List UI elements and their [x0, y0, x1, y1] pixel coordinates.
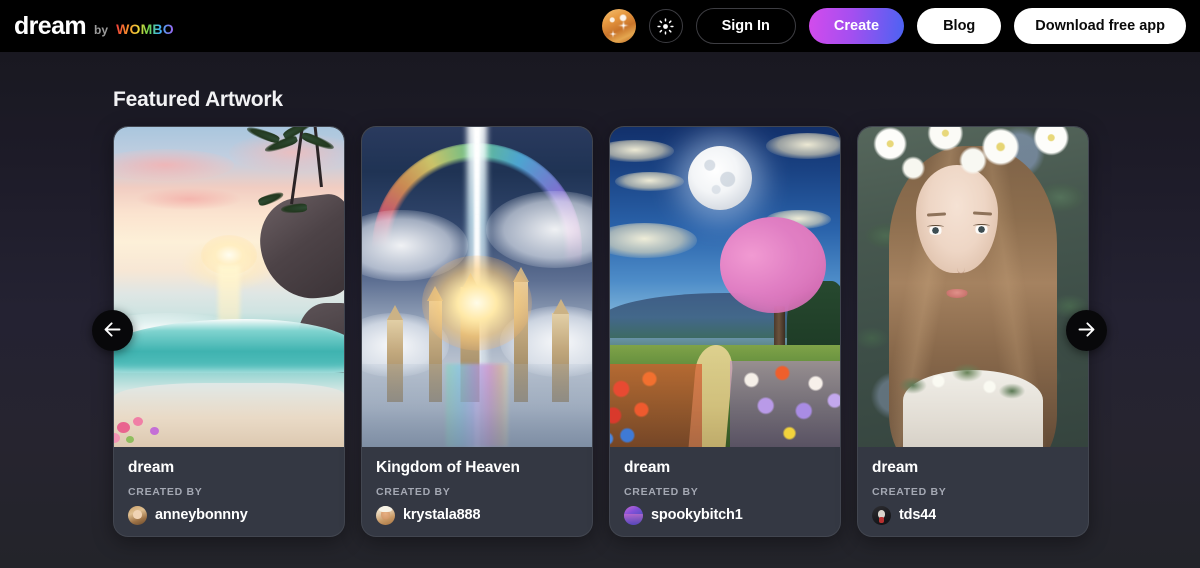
artwork-author[interactable]: krystala888: [376, 505, 578, 525]
artwork-card[interactable]: Kingdom of Heaven CREATED BY krystala888: [361, 126, 593, 537]
sign-in-button[interactable]: Sign In: [695, 8, 796, 44]
featured-artwork-carousel: dream CREATED BY anneybonnny Kingdom of …: [113, 126, 1089, 537]
created-by-label: CREATED BY: [872, 485, 947, 498]
brand-name-dream: dream: [14, 11, 87, 40]
blog-button[interactable]: Blog: [917, 8, 1002, 44]
artwork-title: dream: [128, 459, 175, 476]
author-avatar: [376, 505, 395, 525]
page-title: Featured Artwork: [113, 88, 283, 111]
artwork-image-flower-crown-portrait: [858, 127, 1088, 447]
artwork-title: dream: [872, 459, 919, 476]
create-button[interactable]: Create: [808, 8, 905, 44]
nav-actions: Sign In Create Blog Download free app: [601, 8, 1186, 44]
author-name: anneybonnny: [155, 507, 248, 524]
dream-wombo-page: dream by WOMBO Sign In Create Blog Downl…: [0, 0, 1200, 568]
sun-brightness-icon[interactable]: [648, 9, 683, 43]
author-name: spookybitch1: [651, 507, 743, 524]
arrow-left-icon: [102, 319, 123, 343]
artwork-image-moonlit-flower-field: [610, 127, 840, 447]
artwork-card[interactable]: dream CREATED BY tds44: [857, 126, 1089, 537]
artwork-title: Kingdom of Heaven: [376, 459, 520, 476]
brand-by-label: by: [94, 22, 109, 37]
artwork-card-body: Kingdom of Heaven CREATED BY krystala888: [362, 447, 592, 525]
artwork-title: dream: [624, 459, 671, 476]
user-avatar-sparkle-icon[interactable]: [601, 9, 636, 43]
created-by-label: CREATED BY: [624, 485, 699, 498]
artwork-card[interactable]: dream CREATED BY spookybitch1: [609, 126, 841, 537]
author-avatar: [128, 505, 147, 525]
author-name: krystala888: [403, 507, 481, 524]
artwork-card-body: dream CREATED BY tds44: [858, 447, 1088, 525]
artwork-card-body: dream CREATED BY spookybitch1: [610, 447, 840, 525]
artwork-author[interactable]: tds44: [872, 505, 1074, 525]
download-free-app-button[interactable]: Download free app: [1014, 8, 1186, 44]
carousel-prev-button[interactable]: [92, 310, 133, 351]
artwork-image-beach-sunset: [114, 127, 344, 447]
author-name: tds44: [899, 507, 937, 524]
carousel-next-button[interactable]: [1066, 310, 1107, 351]
top-navigation-bar: dream by WOMBO Sign In Create Blog Downl…: [0, 0, 1200, 52]
brand-logo[interactable]: dream by WOMBO: [14, 11, 174, 40]
author-avatar: [624, 505, 643, 525]
artwork-card-body: dream CREATED BY anneybonnny: [114, 447, 344, 525]
artwork-card[interactable]: dream CREATED BY anneybonnny: [113, 126, 345, 537]
created-by-label: CREATED BY: [128, 485, 203, 498]
arrow-right-icon: [1076, 319, 1097, 343]
created-by-label: CREATED BY: [376, 485, 451, 498]
artwork-author[interactable]: spookybitch1: [624, 505, 826, 525]
author-avatar: [872, 505, 891, 525]
artwork-author[interactable]: anneybonnny: [128, 505, 330, 525]
artwork-image-kingdom-of-heaven: [362, 127, 592, 447]
brand-name-wombo: WOMBO: [116, 20, 174, 37]
